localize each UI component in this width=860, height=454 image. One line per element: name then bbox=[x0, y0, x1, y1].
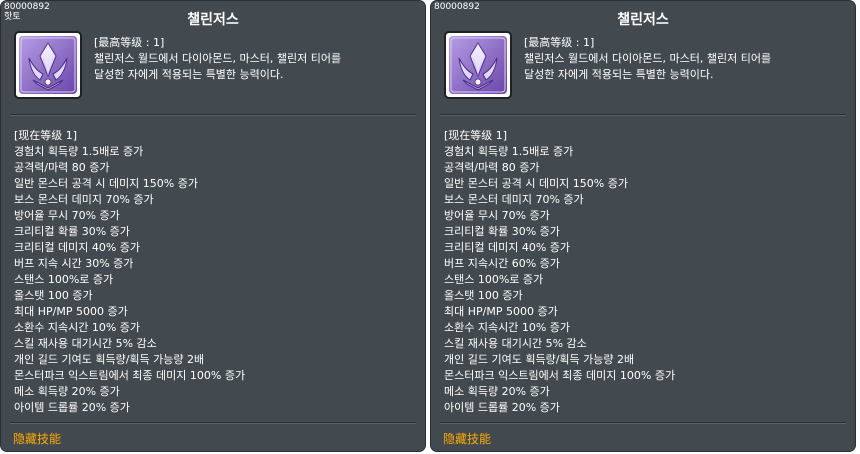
hidden-skill-label: 隐藏技能 bbox=[443, 432, 492, 446]
effect-line: 최대 HP/MP 5000 증가 bbox=[444, 305, 558, 318]
effect-line: 방어율 무시 70% 증가 bbox=[444, 209, 550, 222]
effect-line: 개인 길드 기여도 획득량/획득 가능량 2배 bbox=[14, 353, 205, 366]
effect-line: 일반 몬스터 공격 시 데미지 150% 증가 bbox=[444, 177, 628, 190]
effect-line: 버프 지속 시간 30% 증가 bbox=[14, 257, 134, 270]
effect-line: 크리티컬 확률 30% 증가 bbox=[444, 225, 560, 238]
description-line: 챌린저스 월드에서 다이아몬드, 마스터, 챌린저 티어를 bbox=[524, 52, 772, 65]
description-line: 챌린저스 월드에서 다이아몬드, 마스터, 챌린저 티어를 bbox=[94, 52, 342, 65]
current-level: [现在等级 1] bbox=[14, 129, 78, 142]
challengers-crest-icon bbox=[449, 36, 507, 94]
max-level: [最高等级 : 1] bbox=[94, 36, 165, 49]
effect-line: 경험치 획득량 1.5배로 증가 bbox=[14, 145, 144, 158]
effect-line: 일반 몬스터 공격 시 데미지 150% 증가 bbox=[14, 177, 198, 190]
effect-line: 개인 길드 기여도 획득량/획득 가능량 2배 bbox=[444, 353, 635, 366]
effect-line: 스탠스 100%로 증가 bbox=[444, 273, 544, 286]
effect-line: 스킬 재사용 대기시간 5% 감소 bbox=[444, 337, 587, 350]
effect-line: 스탠스 100%로 증가 bbox=[14, 273, 114, 286]
hidden-skill-label: 隐藏技能 bbox=[13, 432, 62, 446]
effect-line: 아이템 드롭률 20% 증가 bbox=[14, 401, 130, 414]
skill-tooltip-left: 80000892 핫토 챌린저스 [最高等级: 1] 챌린저스 월드에서 다이… bbox=[0, 0, 426, 452]
skill-description: [最高等级 : 1] 챌린저스 월드에서 다이아몬드, 마스터, 챌린저 티어를… bbox=[524, 35, 844, 83]
divider bbox=[10, 422, 416, 423]
description-line: 달성한 자에게 적용되는 특별한 능력이다. bbox=[94, 68, 284, 81]
skill-title: 챌린저스 bbox=[187, 12, 239, 28]
effect-line: 올스탯 100 증가 bbox=[444, 289, 523, 302]
effect-line: 몬스터파크 익스트림에서 최종 데미지 100% 증가 bbox=[14, 369, 246, 382]
effect-line: 몬스터파크 익스트림에서 최종 데미지 100% 증가 bbox=[444, 369, 676, 382]
effect-list: [现在等级 1] 경험치 획득량 1.5배로 증가 공격력/마력 80 증가 일… bbox=[14, 128, 414, 416]
current-level: [现在等级 1] bbox=[444, 129, 508, 142]
effect-line: 아이템 드롭률 20% 증가 bbox=[444, 401, 560, 414]
skill-icon-frame bbox=[444, 31, 512, 99]
divider bbox=[440, 422, 846, 423]
effect-line: 최대 HP/MP 5000 증가 bbox=[14, 305, 128, 318]
max-level: [最高等级 : 1] bbox=[524, 36, 595, 49]
effect-line: 보스 몬스터 데미지 70% 증가 bbox=[14, 193, 154, 206]
effect-line: 크리티컬 확률 30% 증가 bbox=[14, 225, 130, 238]
effect-line: 방어율 무시 70% 증가 bbox=[14, 209, 120, 222]
effect-list: [现在等级 1] 경험치 획득량 1.5배로 증가 공격력/마력 80 증가 일… bbox=[444, 128, 844, 416]
challengers-crest-icon bbox=[19, 36, 77, 94]
effect-line: 공격력/마력 80 증가 bbox=[14, 161, 110, 174]
effect-line: 보스 몬스터 데미지 70% 증가 bbox=[444, 193, 584, 206]
effect-line: 크리티컬 데미지 40% 증가 bbox=[14, 241, 141, 254]
effect-line: 소환수 지속시간 10% 증가 bbox=[14, 321, 141, 334]
effect-line: 크리티컬 데미지 40% 증가 bbox=[444, 241, 571, 254]
skill-icon-frame bbox=[14, 31, 82, 99]
effect-line: 스킬 재사용 대기시간 5% 감소 bbox=[14, 337, 157, 350]
skill-title: 챌린저스 bbox=[617, 12, 669, 28]
effect-line: 메소 획득량 20% 증가 bbox=[14, 385, 120, 398]
effect-line: 메소 획득량 20% 증가 bbox=[444, 385, 550, 398]
effect-line: 소환수 지속시간 10% 증가 bbox=[444, 321, 571, 334]
effect-line: 버프 지속시간 60% 증가 bbox=[444, 257, 560, 270]
skill-description: [最高等级 : 1] 챌린저스 월드에서 다이아몬드, 마스터, 챌린저 티어를… bbox=[94, 35, 414, 83]
description-line: 달성한 자에게 적용되는 특별한 능력이다. bbox=[524, 68, 714, 81]
effect-line: 올스탯 100 증가 bbox=[14, 289, 93, 302]
effect-line: 경험치 획득량 1.5배로 증가 bbox=[444, 145, 574, 158]
effect-line: 공격력/마력 80 증가 bbox=[444, 161, 540, 174]
divider bbox=[440, 114, 846, 115]
skill-tooltip-right: 80000892 챌린저스 [最高等级 : 1] 챌린저스 월드에서 다이아몬드… bbox=[430, 0, 856, 452]
divider bbox=[10, 114, 416, 115]
